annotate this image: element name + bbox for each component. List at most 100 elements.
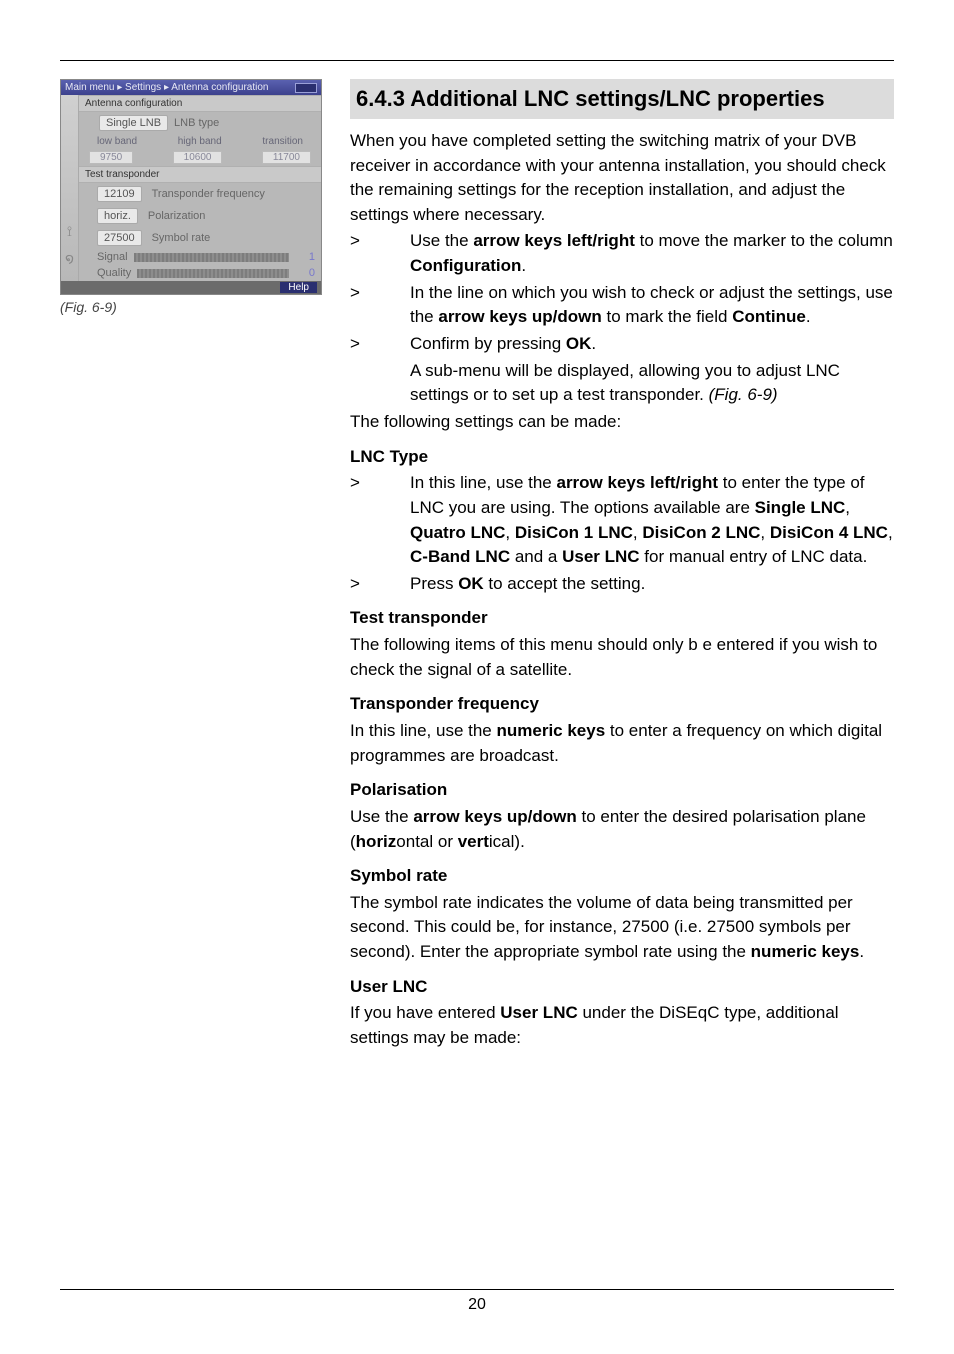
device-titlebar: Main menu ▸ Settings ▸ Antenna configura… (61, 80, 321, 95)
device-screenshot: Main menu ▸ Settings ▸ Antenna configura… (60, 79, 322, 295)
left-column: Main menu ▸ Settings ▸ Antenna configura… (60, 79, 330, 1053)
kw-arrow-lr: arrow keys left/right (556, 473, 718, 492)
tt-paragraph: The following items of this menu should … (350, 633, 894, 682)
band-low-label: low band (97, 136, 137, 147)
step-1-body: Use the arrow keys left/right to move th… (410, 229, 894, 278)
step-marker: > (350, 281, 410, 330)
text: , (845, 498, 850, 517)
quality-label: Quality (97, 267, 131, 279)
text: Press (410, 574, 458, 593)
quality-bar (137, 269, 289, 278)
symbol-rate-value[interactable]: 27500 (97, 230, 142, 246)
page-footer: 20 (60, 1289, 894, 1314)
help-button[interactable]: Help (280, 282, 317, 293)
lnc-step-2: > Press OK to accept the setting. (350, 572, 894, 597)
intro-paragraph: When you have completed setting the swit… (350, 129, 894, 228)
page-number: 20 (60, 1296, 894, 1314)
pol-paragraph: Use the arrow keys up/down to enter the … (350, 805, 894, 854)
row-symbol-rate: 27500 Symbol rate (79, 227, 321, 249)
step-3: > Confirm by pressing OK. (350, 332, 894, 357)
text: Use the (350, 807, 413, 826)
step-3-sub: A sub-menu will be displayed, allowing y… (350, 359, 894, 408)
step-marker: > (350, 471, 410, 570)
columns: Main menu ▸ Settings ▸ Antenna configura… (60, 79, 894, 1053)
kw-ok: OK (566, 334, 592, 353)
kw-user-lnc: User LNC (562, 547, 639, 566)
polarization-label: Polarization (148, 210, 205, 222)
step-marker: > (350, 572, 410, 597)
text: ontal or (396, 832, 457, 851)
text: ical). (489, 832, 525, 851)
text: , (505, 523, 514, 542)
kw-ok: OK (458, 574, 484, 593)
row-quality: Quality 0 (79, 265, 321, 281)
lnb-type-value[interactable]: Single LNB (99, 115, 168, 131)
text: If you have entered (350, 1003, 500, 1022)
step-marker: > (350, 229, 410, 278)
section-test-transponder: Test transponder (79, 166, 321, 183)
step-1: > Use the arrow keys left/right to move … (350, 229, 894, 278)
band-headers: low band high band transition (79, 134, 321, 149)
text: . (806, 307, 811, 326)
polarization-value[interactable]: horiz. (97, 208, 138, 224)
band-transition-label: transition (262, 136, 303, 147)
kw-horiz: horiz (356, 832, 397, 851)
dish-icon-2: ໑ (65, 250, 74, 267)
step-3-body: Confirm by pressing OK. (410, 332, 894, 357)
text: . (859, 942, 864, 961)
row-signal: Signal 1 (79, 249, 321, 265)
h-transponder-frequency: Transponder frequency (350, 692, 894, 717)
kw-single-lnc: Single LNC (755, 498, 846, 517)
band-transition-value[interactable]: 11700 (262, 151, 311, 164)
kw-continue: Continue (732, 307, 806, 326)
lnc-step-1: > In this line, use the arrow keys left/… (350, 471, 894, 570)
kw-arrow-ud: arrow keys up/down (438, 307, 601, 326)
kw-disicon2: DisiCon 2 LNC (642, 523, 760, 542)
lnb-type-label: LNB type (174, 117, 219, 129)
kw-arrow-lr: arrow keys left/right (473, 231, 635, 250)
section-antenna: Antenna configuration (79, 95, 321, 112)
text: for manual entry of LNC data. (640, 547, 868, 566)
device-side-art: ⟟ ໑ (61, 95, 79, 281)
figure-caption: (Fig. 6-9) (60, 299, 330, 315)
kw-disicon1: DisiCon 1 LNC (515, 523, 633, 542)
lnc-step-1-body: In this line, use the arrow keys left/ri… (410, 471, 894, 570)
text: to accept the setting. (484, 574, 646, 593)
row-polarization: horiz. Polarization (79, 205, 321, 227)
h-polarisation: Polarisation (350, 778, 894, 803)
breadcrumb: Main menu ▸ Settings ▸ Antenna configura… (65, 82, 269, 93)
kw-numeric-keys: numeric keys (496, 721, 605, 740)
following-line: The following settings can be made: (350, 410, 894, 435)
kw-disicon4: DisiCon 4 LNC (770, 523, 888, 542)
ul-paragraph: If you have entered User LNC under the D… (350, 1001, 894, 1050)
band-low-value[interactable]: 9750 (89, 151, 133, 164)
device-body-wrap: ⟟ ໑ Antenna configuration Single LNB LNB… (61, 95, 321, 281)
kw-user-lnc: User LNC (500, 1003, 577, 1022)
device-bottom-bar: Help (61, 281, 321, 294)
signal-bar (134, 253, 289, 262)
lnc-step-2-body: Press OK to accept the setting. (410, 572, 894, 597)
band-values: 9750 10600 11700 (79, 149, 321, 166)
kw-cband: C-Band LNC (410, 547, 510, 566)
device-main: Antenna configuration Single LNB LNB typ… (79, 95, 321, 281)
dish-icon: ⟟ (67, 223, 72, 240)
text: to move the marker to the column (635, 231, 893, 250)
text: to mark the field (602, 307, 732, 326)
text: In this line, use the (410, 473, 556, 492)
page: Main menu ▸ Settings ▸ Antenna configura… (0, 0, 954, 1354)
text: In this line, use the (350, 721, 496, 740)
transponder-freq-value[interactable]: 12109 (97, 186, 142, 202)
quality-value: 0 (295, 267, 315, 279)
right-column: 6.4.3 Additional LNC settings/LNC proper… (350, 79, 894, 1053)
titlebar-badge (295, 83, 317, 93)
band-high-value[interactable]: 10600 (173, 151, 223, 164)
text: Confirm by pressing (410, 334, 566, 353)
text: and a (510, 547, 562, 566)
rule-top (60, 60, 894, 61)
sr-paragraph: The symbol rate indicates the volume of … (350, 891, 894, 965)
row-transponder-freq: 12109 Transponder frequency (79, 183, 321, 205)
text: , (888, 523, 893, 542)
tf-paragraph: In this line, use the numeric keys to en… (350, 719, 894, 768)
section-heading: 6.4.3 Additional LNC settings/LNC proper… (350, 79, 894, 119)
text: . (521, 256, 526, 275)
